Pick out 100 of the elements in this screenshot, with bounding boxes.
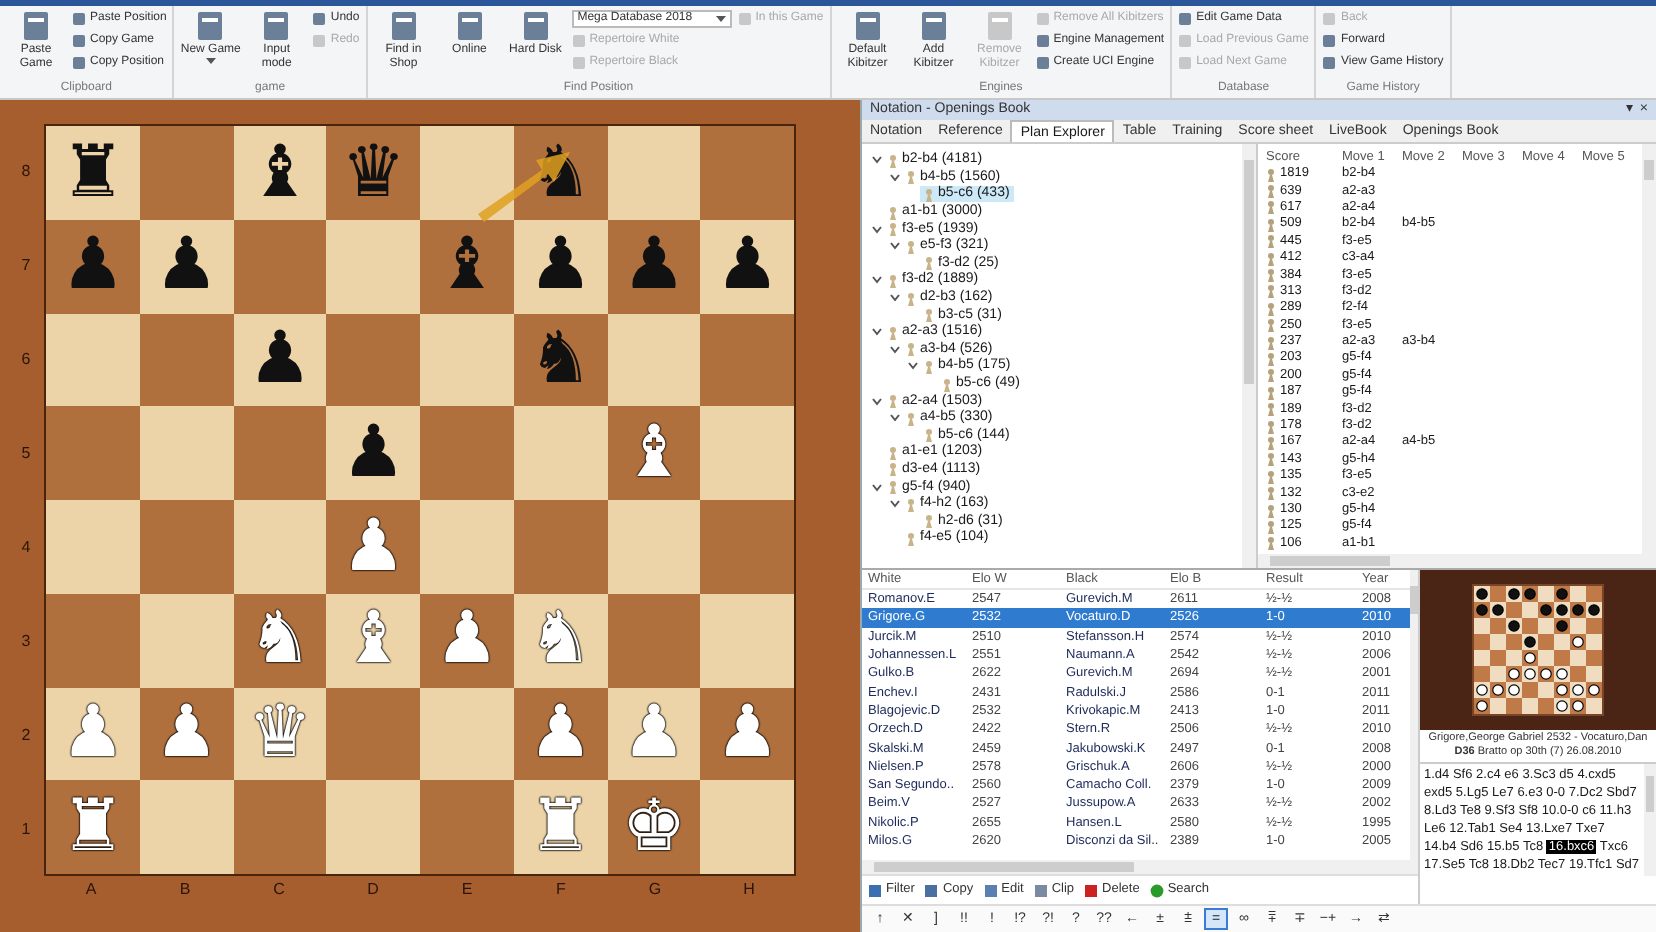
chess-piece[interactable]: ♟ (247, 320, 313, 400)
chess-piece[interactable]: ♜ (60, 133, 126, 213)
mini-board-drawing[interactable] (1472, 584, 1604, 716)
square-icon (1322, 34, 1337, 48)
board-square[interactable]: ♟ (513, 219, 608, 314)
chess-piece[interactable]: ♟ (434, 600, 500, 681)
chess-piece[interactable]: ♞ (247, 600, 313, 681)
pawn-icon (888, 325, 898, 340)
board-square[interactable]: ♟ (139, 687, 234, 781)
chess-piece[interactable]: ♟ (528, 226, 593, 307)
chess-piece[interactable]: ♚ (621, 787, 687, 868)
document-icon (194, 10, 227, 42)
document-icon (453, 10, 486, 42)
scrollbar[interactable] (1258, 554, 1656, 568)
pawn-icon (906, 291, 916, 306)
chess-piece[interactable]: ♟ (528, 694, 593, 774)
rank-label: 6 (21, 347, 31, 371)
pawn-icon (924, 359, 934, 374)
board-square[interactable]: ♟ (607, 219, 701, 314)
board-square[interactable]: ♟ (513, 687, 608, 781)
pawn-icon (924, 308, 934, 323)
scrollbar[interactable] (1242, 144, 1256, 568)
chess-piece[interactable]: ♞ (528, 133, 593, 213)
square-icon (312, 12, 327, 26)
rank-label: 4 (21, 535, 31, 559)
chess-piece[interactable]: ♝ (621, 413, 687, 494)
board-square[interactable]: ♜ (46, 780, 140, 875)
square-icon (571, 34, 586, 48)
square-icon (1178, 12, 1193, 26)
square-icon (312, 34, 327, 48)
chess-piece[interactable]: ♞ (528, 320, 593, 400)
pawn-icon (906, 342, 916, 357)
file-label: D (367, 878, 379, 902)
scrollbar[interactable] (1410, 570, 1420, 861)
square-icon (1035, 56, 1050, 70)
scrollbar[interactable] (862, 860, 1418, 875)
square-icon (1322, 12, 1337, 26)
chess-piece[interactable]: ♝ (247, 133, 313, 213)
chess-piece[interactable]: ♝ (434, 226, 500, 307)
rank-label: 7 (21, 253, 31, 277)
square-icon (72, 12, 86, 26)
file-label: A (85, 878, 97, 902)
board-square[interactable]: ♜ (46, 126, 140, 220)
scrollbar[interactable] (1642, 144, 1656, 554)
board-square[interactable]: ♟ (46, 219, 140, 314)
pawn-icon (888, 480, 898, 495)
board-square[interactable]: ♟ (700, 687, 795, 781)
document-icon (983, 10, 1016, 42)
board-square[interactable]: ♞ (513, 313, 608, 407)
document-icon (387, 10, 420, 42)
chess-piece[interactable]: ♟ (154, 226, 219, 307)
board-square[interactable]: ♛ (326, 126, 421, 220)
file-label: B (179, 878, 191, 902)
chess-piece[interactable]: ♟ (715, 694, 780, 774)
rank-label: 5 (21, 441, 31, 465)
board-square[interactable]: ♟ (420, 593, 514, 688)
pawn-icon (888, 394, 898, 409)
document-icon (917, 10, 950, 42)
file-label: G (648, 878, 662, 902)
chess-piece[interactable]: ♟ (715, 226, 780, 307)
board-square[interactable]: ♟ (139, 219, 234, 314)
pawn-icon (924, 187, 934, 202)
document-icon (260, 10, 293, 42)
caret-icon (715, 15, 726, 23)
pawn-icon (888, 273, 898, 288)
document-icon (20, 10, 52, 42)
square-icon (1178, 34, 1193, 48)
pawn-icon (924, 514, 934, 529)
scrollbar[interactable] (1644, 764, 1656, 876)
board-square[interactable]: ♟ (326, 500, 421, 594)
board-square[interactable]: ♚ (607, 780, 701, 875)
chess-piece[interactable]: ♛ (341, 133, 406, 213)
square-icon (868, 883, 882, 898)
board-square[interactable]: ♝ (607, 406, 701, 501)
circle-icon (1149, 883, 1164, 898)
square-icon (571, 56, 586, 70)
board-square[interactable]: ♟ (233, 313, 327, 407)
rank-label: 3 (21, 629, 31, 653)
chess-piece[interactable]: ♟ (341, 413, 406, 494)
square-icon (1178, 56, 1193, 70)
board-square[interactable]: ♞ (233, 593, 327, 688)
chess-piece[interactable]: ♟ (621, 226, 687, 307)
square-icon (1033, 883, 1048, 898)
chess-piece[interactable]: ♟ (341, 507, 406, 587)
rank-label: 1 (21, 817, 31, 841)
board-square[interactable]: ♝ (233, 126, 327, 220)
chess-piece[interactable]: ♟ (60, 226, 126, 307)
board-square[interactable]: ♟ (700, 219, 795, 314)
chess-board[interactable]: ♜ ♝ ♛ ♞ ♟ ♟ ♝ ♟ ♟ ♟ ♟ ♞ ♟ ♝ ♟ ♞ ♝ ♟ ♞ ♟ ♟ ♛ ♟ ♟ ♟ ♜ ♜ ♚ (44, 124, 796, 876)
square-icon (1035, 34, 1050, 48)
pawn-icon (906, 497, 916, 512)
chess-piece[interactable]: ♜ (60, 787, 126, 868)
file-label: C (273, 878, 285, 902)
board-square[interactable] (700, 780, 795, 875)
square-icon (1084, 883, 1099, 898)
board-square[interactable]: ♝ (420, 219, 514, 314)
board-square[interactable]: ♟ (326, 406, 421, 501)
document-icon (519, 10, 552, 42)
square-icon (924, 883, 939, 898)
chess-piece[interactable]: ♟ (154, 694, 219, 774)
